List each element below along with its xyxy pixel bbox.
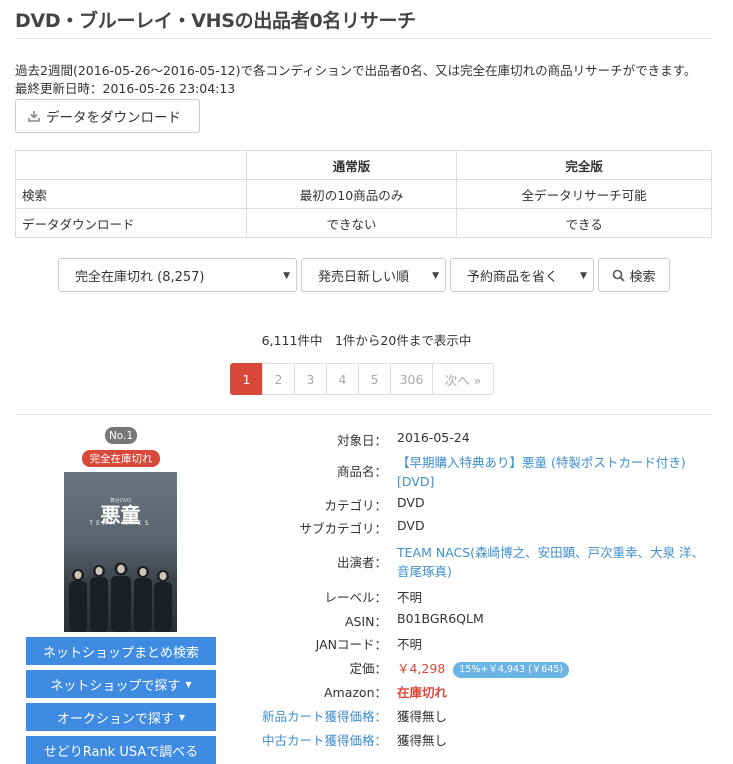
table-cell: 検索: [15, 179, 247, 209]
field-value: DVD: [397, 495, 425, 510]
last-updated: 最終更新日時：2016-05-26 23:04:13: [15, 81, 236, 96]
table-cell: 最初の10商品のみ: [245, 179, 458, 209]
table-row: データダウンロード できない できる: [15, 208, 712, 238]
reserve-filter-value: 予約商品を省く: [467, 269, 559, 285]
table-row: 検索 最初の10商品のみ 全データリサーチ可能: [15, 179, 712, 209]
field-label: 出演者：: [336, 555, 387, 570]
download-button[interactable]: データをダウンロード: [15, 99, 200, 133]
field-label: Amazon：: [323, 685, 387, 700]
field-value: 2016-05-24: [397, 430, 470, 445]
table-header-cell: 通常版: [245, 150, 458, 180]
search-icon: [613, 269, 626, 282]
page-description: 過去2週間(2016-05-26〜2016-05-12)で各コンディションで出品…: [15, 62, 696, 98]
sort-value: 発売日新しい順: [318, 269, 410, 285]
table-cell: データダウンロード: [15, 208, 247, 238]
cast-line1[interactable]: TEAM NACS(森崎博之、安田顕、戸次重幸、大泉 洋、: [397, 543, 704, 562]
pagination: 1 2 3 4 5 306 次へ »: [230, 363, 494, 395]
netshop-search-button[interactable]: ネットショップまとめ検索: [26, 637, 216, 665]
caret-down-icon: ▼: [432, 271, 439, 281]
field-label: カテゴリ：: [324, 498, 387, 513]
search-button[interactable]: 検索: [598, 258, 670, 292]
page: DVD・ブルーレイ・VHSの出品者0名リサーチ 過去2週間(2016-05-26…: [0, 0, 733, 764]
field-label: サブカテゴリ：: [299, 521, 387, 536]
page-link-5[interactable]: 5: [358, 363, 391, 395]
page-link-last[interactable]: 306: [390, 363, 433, 395]
field-value: B01BGR6QLM: [397, 611, 484, 626]
product-name-line1[interactable]: 【早期購入特典あり】悪童 (特製ポストカード付き): [397, 453, 686, 472]
field-label: JANコード：: [315, 637, 387, 652]
auction-find-label: オークションで探す: [56, 711, 174, 727]
page-link-4[interactable]: 4: [326, 363, 359, 395]
results-divider: [15, 414, 712, 415]
cast-line2[interactable]: 音尾琢真): [397, 562, 452, 581]
caret-down-icon: ▼: [178, 712, 186, 722]
stock-filter-select[interactable]: 完全在庫切れ (8,257) ▼: [58, 258, 297, 292]
netshop-find-label: ネットショップで探す: [50, 678, 181, 694]
used-cart-price-link[interactable]: 中古カート獲得価格：: [262, 730, 387, 749]
title-divider: [15, 38, 712, 39]
caret-down-icon: ▼: [283, 271, 290, 281]
caret-down-icon: ▼: [580, 271, 587, 281]
page-title: DVD・ブルーレイ・VHSの出品者0名リサーチ: [15, 10, 416, 32]
field-label: 対象日：: [336, 433, 387, 448]
field-label: 商品名：: [336, 464, 387, 479]
field-value: 不明: [397, 637, 423, 652]
page-link-1[interactable]: 1: [230, 363, 263, 395]
sedori-rank-button[interactable]: せどりRank USAで調べる: [26, 736, 216, 764]
reserve-filter-select[interactable]: 予約商品を省く ▼: [450, 258, 594, 292]
table-header-cell: 完全版: [456, 150, 712, 180]
amazon-stock-value: 在庫切れ: [397, 685, 448, 700]
table-header-row: 通常版 完全版: [15, 150, 712, 180]
field-value: 不明: [397, 590, 423, 605]
new-cart-price-link[interactable]: 新品カート獲得価格：: [262, 706, 387, 725]
field-value: 獲得無し: [397, 733, 448, 748]
netshop-search-label: ネットショップまとめ検索: [42, 645, 199, 661]
sedori-rank-label: せどりRank USAで調べる: [43, 744, 199, 760]
product-name-line2[interactable]: [DVD]: [397, 472, 434, 491]
netshop-find-dropdown[interactable]: ネットショップで探す ▼: [26, 670, 216, 698]
cover-people-silhouettes: [69, 562, 172, 632]
table-cell: 全データリサーチ可能: [456, 179, 712, 209]
field-value: DVD: [397, 518, 425, 533]
field-label: 定価：: [349, 661, 387, 676]
field-label: ASIN：: [344, 614, 387, 629]
result-count: 6,111件中 1件から20件まで表示中: [261, 333, 472, 348]
rank-badge: No.1: [105, 427, 137, 444]
product-cover-image[interactable]: 舞台DVD 悪童 TEAM NACS: [64, 472, 177, 632]
table-header-cell: [15, 150, 247, 180]
page-link-2[interactable]: 2: [262, 363, 295, 395]
stock-status-badge: 完全在庫切れ: [82, 450, 160, 467]
table-cell: できない: [245, 208, 458, 238]
auction-find-dropdown[interactable]: オークションで探す ▼: [26, 703, 216, 731]
price-margin-badge: 15%+￥4,943 (￥645): [453, 662, 570, 678]
table-cell: できる: [456, 208, 712, 238]
stock-filter-value: 完全在庫切れ (8,257): [75, 269, 205, 285]
download-button-label: データをダウンロード: [46, 110, 181, 126]
sort-select[interactable]: 発売日新しい順 ▼: [301, 258, 446, 292]
search-button-label: 検索: [629, 269, 656, 285]
page-link-3[interactable]: 3: [294, 363, 327, 395]
download-icon: [28, 111, 40, 122]
caret-down-icon: ▼: [185, 679, 192, 689]
list-price-value: ￥4,298: [397, 661, 446, 676]
field-value: 獲得無し: [397, 709, 448, 724]
cover-team: TEAM NACS: [89, 520, 152, 527]
page-link-next[interactable]: 次へ »: [432, 363, 494, 395]
plan-comparison-table: 通常版 完全版 検索 最初の10商品のみ 全データリサーチ可能 データダウンロー…: [15, 150, 712, 238]
field-value-group: ￥4,298 15%+￥4,943 (￥645): [397, 658, 570, 678]
description-text: 過去2週間(2016-05-26〜2016-05-12)で各コンディションで出品…: [15, 63, 697, 78]
field-label: レーベル：: [324, 590, 387, 605]
